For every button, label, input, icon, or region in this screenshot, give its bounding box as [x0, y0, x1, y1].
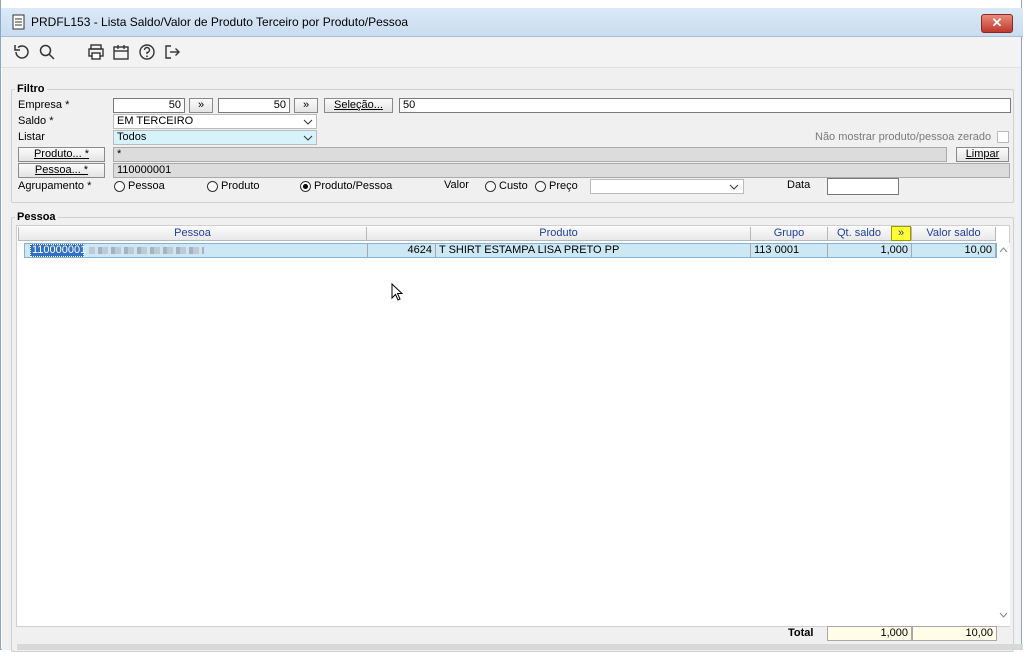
document-icon — [12, 14, 25, 30]
toolbar — [1, 37, 1021, 68]
empresa-from-input[interactable]: 50 — [113, 98, 185, 113]
column-header-qt-saldo-label: Qt. saldo — [837, 227, 882, 239]
listar-label: Listar — [18, 131, 45, 143]
nao-mostrar-label: Não mostrar produto/pessoa zerado — [815, 131, 992, 143]
row-pessoa-name-blurred — [89, 247, 204, 254]
agrupamento-label: Agrupamento * — [18, 180, 92, 192]
total-valor-saldo: 10,00 — [912, 626, 997, 641]
valor-custo-radio[interactable] — [485, 181, 496, 192]
agrupamento-produto-radio[interactable] — [207, 181, 218, 192]
produto-input[interactable]: * — [113, 147, 947, 162]
limpar-button-label: Limpar — [965, 148, 1000, 160]
agrupamento-pessoa-label: Pessoa — [128, 180, 165, 192]
pessoa-grid: Pessoa Produto Grupo Qt. saldo » Valor s… — [16, 225, 1010, 627]
help-icon[interactable] — [138, 43, 156, 61]
saldo-chevron-down-icon[interactable] — [303, 119, 313, 126]
agrupamento-produto-label: Produto — [221, 180, 260, 192]
empresa-to-input[interactable]: 50 — [218, 98, 290, 113]
listar-chevron-down-icon[interactable] — [303, 135, 313, 142]
scroll-down-icon[interactable] — [999, 612, 1008, 618]
total-qt-saldo: 1,000 — [827, 626, 912, 641]
pessoa-input[interactable]: 110000001 — [113, 163, 1010, 178]
undo-icon[interactable] — [12, 43, 30, 61]
valor-chevron-down-icon[interactable] — [729, 184, 739, 191]
calendar-icon[interactable] — [112, 43, 130, 61]
mouse-cursor-icon — [391, 283, 404, 301]
pessoa-group-label: Pessoa — [15, 211, 58, 223]
valor-label: Valor — [444, 179, 469, 191]
agrupamento-produto-pessoa-radio[interactable] — [300, 181, 311, 192]
saldo-select[interactable]: EM TERCEIRO — [113, 114, 317, 129]
empresa-to-range-button[interactable]: » — [294, 98, 318, 113]
agrupamento-produto-pessoa-label: Produto/Pessoa — [314, 180, 393, 192]
expand-columns-button[interactable]: » — [891, 226, 911, 241]
listar-select-value: Todos — [117, 131, 147, 143]
row-pessoa-code[interactable]: 110000001 — [30, 244, 86, 257]
agrupamento-pessoa-radio[interactable] — [114, 181, 125, 192]
row-produto-desc[interactable]: T SHIRT ESTAMPA LISA PRETO PP — [436, 243, 751, 258]
selecao-input[interactable]: 50 — [399, 98, 1011, 113]
filtro-group-label: Filtro — [15, 83, 47, 95]
row-valor-saldo[interactable]: 10,00 — [912, 243, 996, 258]
limpar-button[interactable]: Limpar — [956, 147, 1009, 162]
close-button[interactable]: ✕ — [981, 14, 1013, 33]
row-qt-saldo[interactable]: 1,000 — [828, 243, 912, 258]
saldo-label: Saldo * — [18, 115, 54, 127]
main-window: PRDFL153 - Lista Saldo/Valor de Produto … — [0, 0, 1023, 652]
data-label: Data — [787, 179, 811, 191]
valor-custo-label: Custo — [499, 180, 528, 192]
print-icon[interactable] — [87, 43, 105, 61]
nao-mostrar-checkbox[interactable] — [997, 131, 1009, 143]
empresa-label: Empresa * — [18, 99, 70, 111]
total-label: Total — [788, 627, 814, 639]
data-input[interactable] — [827, 178, 899, 195]
row-grupo[interactable]: 113 0001 — [751, 243, 828, 258]
vertical-scrollbar[interactable] — [997, 243, 1010, 626]
column-header-valor-saldo[interactable]: Valor saldo — [912, 227, 996, 241]
search-icon[interactable] — [38, 43, 56, 61]
saldo-select-value: EM TERCEIRO — [117, 115, 194, 127]
pessoa-button[interactable]: Pessoa... * — [18, 163, 105, 178]
window-title: PRDFL153 - Lista Saldo/Valor de Produto … — [31, 15, 409, 29]
column-header-produto[interactable]: Produto — [367, 227, 751, 241]
selecao-button[interactable]: Seleção... — [324, 98, 393, 113]
produto-button[interactable]: Produto... * — [18, 147, 105, 162]
column-header-grupo[interactable]: Grupo — [751, 227, 828, 241]
valor-preco-radio[interactable] — [535, 181, 546, 192]
empresa-range-button[interactable]: » — [189, 98, 213, 113]
scroll-up-icon[interactable] — [999, 247, 1008, 253]
listar-select[interactable]: Todos — [113, 130, 317, 145]
title-bar: PRDFL153 - Lista Saldo/Valor de Produto … — [1, 8, 1023, 37]
valor-select[interactable] — [590, 179, 744, 194]
exit-icon[interactable] — [163, 43, 181, 61]
column-header-pessoa[interactable]: Pessoa — [18, 227, 367, 241]
valor-preco-label: Preço — [549, 180, 578, 192]
horizontal-scrollbar[interactable] — [17, 644, 1023, 650]
row-produto-code[interactable]: 4624 — [367, 243, 436, 258]
